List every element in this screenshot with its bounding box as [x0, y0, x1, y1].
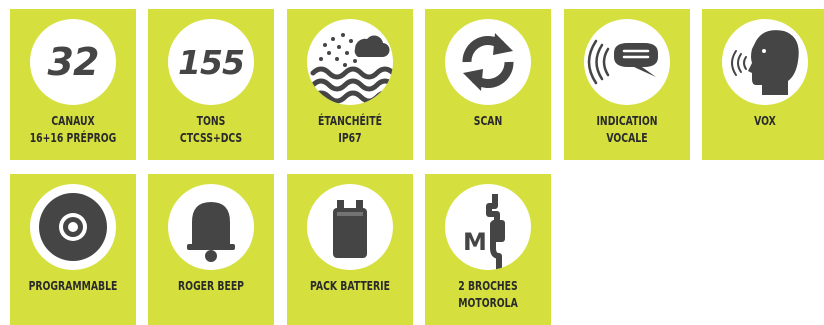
- feature-label: ROGER BEEP: [178, 279, 244, 293]
- feature-label: PACK BATTERIE: [310, 279, 390, 293]
- feature-label: INDICATION VOCALE: [596, 114, 658, 145]
- number-circle: 32: [30, 19, 116, 105]
- feature-tile-roger-beep: ROGER BEEP: [148, 174, 274, 325]
- vox-head-icon: [722, 19, 808, 105]
- feature-tile-vox: VOX: [702, 9, 824, 160]
- motorola-plug-icon: M: [445, 184, 531, 270]
- bell-icon: [168, 184, 254, 270]
- feature-label: VOX: [754, 114, 776, 128]
- disc-icon: [30, 184, 116, 270]
- feature-tile-programmable: PROGRAMMABLE: [10, 174, 136, 325]
- motorola-letter: M: [463, 228, 487, 256]
- tone-count: 155: [178, 42, 245, 82]
- feature-tile-indication-vocale: INDICATION VOCALE: [564, 9, 690, 160]
- feature-label: TONS CTCSS+DCS: [179, 114, 243, 145]
- feature-tile-tons: 155 TONS CTCSS+DCS: [148, 9, 274, 160]
- channel-count: 32: [47, 40, 100, 84]
- waterproof-icon: [307, 19, 393, 105]
- feature-label: PROGRAMMABLE: [28, 279, 118, 293]
- feature-tile-canaux: 32 CANAUX 16+16 PRÉPROG: [10, 9, 136, 160]
- feature-tile-pack-batterie: PACK BATTERIE: [287, 174, 413, 325]
- feature-label: SCAN: [473, 114, 503, 128]
- number-circle: 155: [168, 19, 254, 105]
- feature-label: ÉTANCHÉITÉ IP67: [318, 114, 382, 145]
- feature-label: CANAUX 16+16 PRÉPROG: [29, 114, 117, 145]
- feature-tile-broches-motorola: M 2 BROCHES MOTOROLA: [425, 174, 551, 325]
- feature-label: 2 BROCHES MOTOROLA: [458, 279, 518, 310]
- feature-tile-etancheite: ÉTANCHÉITÉ IP67: [287, 9, 413, 160]
- voice-indication-icon: [584, 19, 670, 105]
- scan-arrows-icon: [445, 19, 531, 105]
- feature-tile-scan: SCAN: [425, 9, 551, 160]
- battery-icon: [307, 184, 393, 270]
